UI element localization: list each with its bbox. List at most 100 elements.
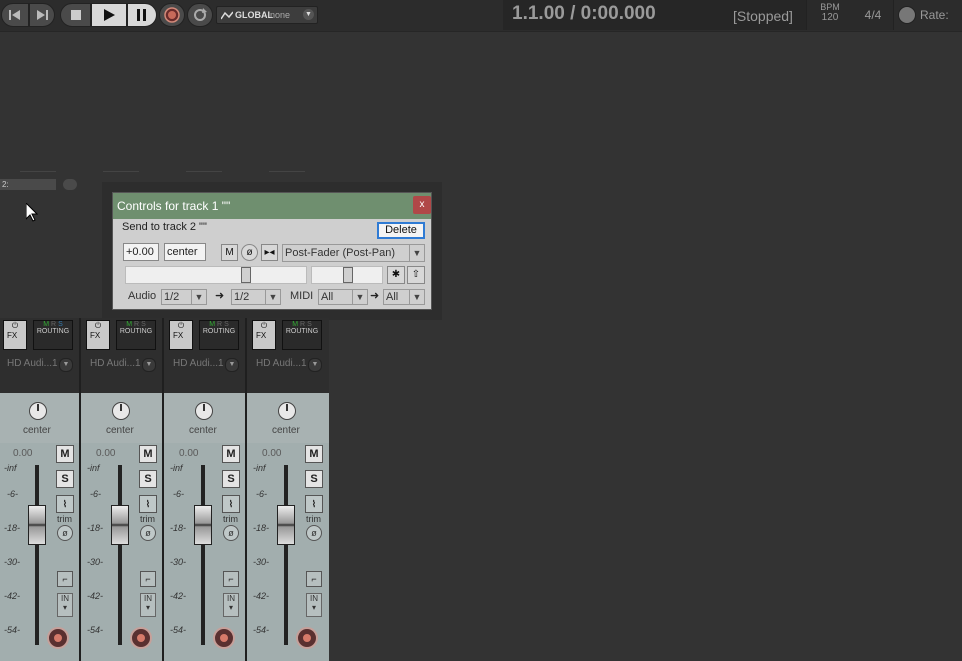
close-button[interactable]: x [413, 196, 431, 214]
mute-button[interactable]: M [222, 445, 240, 463]
mute-button[interactable]: M [305, 445, 323, 463]
power-icon: ⏻ [177, 321, 185, 330]
send-mute-button[interactable]: M [221, 244, 238, 261]
rate-knob[interactable] [898, 6, 916, 24]
mute-button[interactable]: M [56, 445, 74, 463]
volume-fader[interactable] [28, 505, 46, 545]
audio-source-select[interactable]: 1/2 ▼ [161, 289, 207, 305]
automation-mode-button[interactable]: ⌇ [305, 495, 323, 513]
track-2-name-field[interactable]: 2: [0, 179, 56, 190]
pan-knob[interactable] [278, 402, 296, 420]
pan-knob[interactable] [112, 402, 130, 420]
automation-mode-button[interactable]: ⌇ [139, 495, 157, 513]
fx-button[interactable]: ⏻ FX [252, 320, 276, 350]
volume-fader[interactable] [111, 505, 129, 545]
meter-scale-label: -6- [90, 489, 101, 499]
volume-readout: 0.00 [179, 448, 199, 459]
pan-label: center [106, 425, 134, 436]
automation-mode-button[interactable]: ⌇ [222, 495, 240, 513]
routing-button[interactable]: M R S ROUTING [33, 320, 73, 350]
routing-button[interactable]: M R S ROUTING [199, 320, 239, 350]
record-arm-button[interactable] [296, 627, 318, 649]
chevron-down-icon[interactable]: ▼ [225, 358, 239, 372]
send-mode-select[interactable]: Post-Fader (Post-Pan) ▼ [282, 244, 425, 262]
routing-button[interactable]: M R S ROUTING [116, 320, 156, 350]
transport-bar: GLOBAL none ▼ 1.1.00 / 0:00.000 [Stopped… [0, 0, 962, 32]
envelope-button[interactable]: ✱ [387, 266, 405, 284]
go-to-end-button[interactable] [29, 3, 55, 27]
pan-knob[interactable] [29, 402, 47, 420]
solo-button[interactable]: S [56, 470, 74, 488]
volume-fader[interactable] [277, 505, 295, 545]
mono-stereo-button[interactable]: ▸◂ [261, 244, 278, 261]
track-2-knob[interactable] [63, 179, 77, 190]
solo-button[interactable]: S [139, 470, 157, 488]
pause-button[interactable] [127, 3, 157, 27]
automation-mode-button[interactable]: ⌇ [56, 495, 74, 513]
stop-button[interactable] [60, 3, 91, 27]
midi-source-select[interactable]: All ▼ [318, 289, 368, 305]
automation-envelope-icon: ⌇ [62, 499, 68, 509]
time-signature[interactable]: 4/4 [853, 0, 894, 30]
input-arrow-icon: ▾ [311, 603, 316, 612]
input-button[interactable]: IN ▾ [57, 593, 73, 617]
phase-button[interactable]: ø [57, 525, 73, 541]
automation-button[interactable]: ⇧ [407, 266, 425, 284]
send-volume-field[interactable]: +0.00 [123, 243, 159, 261]
meter-scale-label: -18- [170, 523, 187, 533]
pan-slider-thumb[interactable] [343, 267, 353, 283]
chevron-down-icon[interactable]: ▼ [308, 358, 322, 372]
send-pan-field[interactable]: center [164, 243, 206, 261]
fader-section: 0.00 -inf -6- -18- -30- -42- -54- M S ⌇ … [247, 443, 329, 661]
send-pan-slider[interactable] [311, 266, 383, 284]
record-button[interactable] [159, 3, 185, 27]
fader-section: 0.00 -inf -6- -18- -30- -42- -54- M S ⌇ … [164, 443, 246, 661]
midi-dest-select[interactable]: All ▼ [383, 289, 425, 305]
chevron-down-icon[interactable]: ▼ [142, 358, 156, 372]
phase-invert-button[interactable]: ø [241, 244, 258, 261]
fx-button[interactable]: ⏻ FX [169, 320, 193, 350]
input-button[interactable]: IN ▾ [306, 593, 322, 617]
play-button[interactable] [91, 3, 127, 27]
monitor-button[interactable]: ⌐ [140, 571, 156, 587]
fx-button[interactable]: ⏻ FX [86, 320, 110, 350]
mouse-cursor-icon [26, 203, 38, 222]
monitor-button[interactable]: ⌐ [306, 571, 322, 587]
send-volume-slider[interactable] [125, 266, 307, 284]
audio-label: Audio [128, 290, 157, 302]
phase-button[interactable]: ø [140, 525, 156, 541]
go-to-start-button[interactable] [1, 3, 29, 27]
monitor-button[interactable]: ⌐ [223, 571, 239, 587]
audio-dest-select[interactable]: 1/2 ▼ [231, 289, 281, 305]
volume-slider-thumb[interactable] [241, 267, 251, 283]
repeat-button[interactable] [187, 3, 213, 27]
record-arm-button[interactable] [213, 627, 235, 649]
monitor-button[interactable]: ⌐ [57, 571, 73, 587]
phase-button[interactable]: ø [306, 525, 322, 541]
meter-scale-label: -30- [170, 557, 187, 567]
solo-button[interactable]: S [222, 470, 240, 488]
fader-slot [201, 465, 205, 645]
midi-dest-value: All [386, 291, 399, 303]
fader-section: 0.00 -inf -6- -18- -30- -42- -54- M S ⌇ … [81, 443, 163, 661]
volume-fader[interactable] [194, 505, 212, 545]
fx-button[interactable]: ⏻ FX [3, 320, 27, 350]
meter-scale-label: -18- [87, 523, 104, 533]
bpm-box[interactable]: BPM 120 [806, 0, 854, 30]
automation-mode-selector[interactable]: GLOBAL none ▼ [216, 6, 318, 24]
delete-button[interactable]: Delete [377, 222, 425, 239]
solo-button[interactable]: S [305, 470, 323, 488]
input-button[interactable]: IN ▾ [140, 593, 156, 617]
record-arm-button[interactable] [47, 627, 69, 649]
record-arm-button[interactable] [130, 627, 152, 649]
input-button[interactable]: IN ▾ [223, 593, 239, 617]
phase-button[interactable]: ø [223, 525, 239, 541]
meter-scale-label: -54- [4, 625, 21, 635]
routing-button[interactable]: M R S ROUTING [282, 320, 322, 350]
skip-back-icon [9, 10, 20, 20]
chevron-down-icon[interactable]: ▼ [59, 358, 73, 372]
pan-knob[interactable] [195, 402, 213, 420]
time-display[interactable]: 1.1.00 / 0:00.000 [512, 3, 656, 25]
record-icon [164, 7, 180, 23]
mute-button[interactable]: M [139, 445, 157, 463]
